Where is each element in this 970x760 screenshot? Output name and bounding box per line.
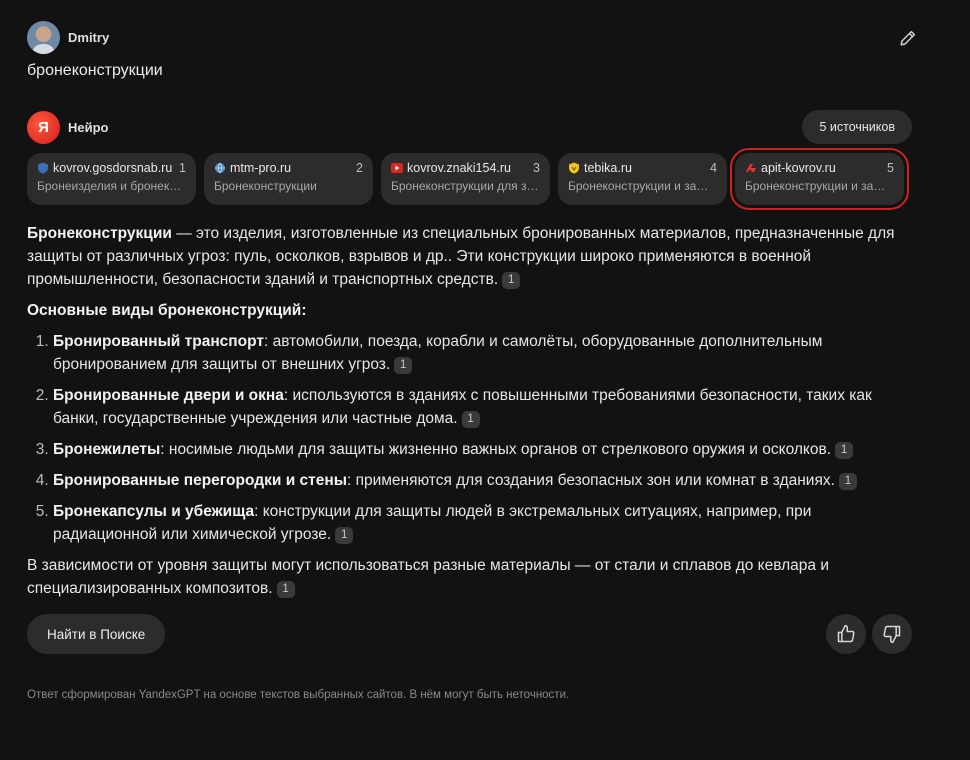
source-description: Бронеконструкции и защита: [745, 179, 894, 193]
avatar: [27, 21, 60, 54]
answer-content: Бронеконструкции — это изделия, изготовл…: [27, 222, 917, 608]
types-list: Бронированный транспорт: автомобили, пое…: [27, 330, 917, 546]
source-description: Бронеконструкции: [214, 179, 317, 193]
source-card-highlighted[interactable]: apit-kovrov.ru 5 Бронеконструкции и защи…: [730, 148, 909, 210]
sources-count-button[interactable]: 5 источников: [802, 110, 912, 144]
user-name: Dmitry: [68, 30, 110, 45]
query-text: бронеконструкции: [27, 62, 163, 79]
citation-badge[interactable]: 1: [461, 411, 480, 428]
list-item: Бронекапсулы и убежища: конструкции для …: [53, 500, 917, 546]
answer-outro: В зависимости от уровня защиты могут исп…: [27, 557, 830, 598]
red-logo-icon: [746, 164, 756, 172]
source-description: Бронеконструкции для защиты: [391, 179, 540, 193]
neuro-name: Нейро: [68, 120, 109, 135]
citation-badge[interactable]: 1: [394, 357, 413, 374]
find-in-search-button[interactable]: Найти в Поиске: [27, 614, 166, 654]
source-description: Бронеизделия и бронеконструкции: [37, 179, 186, 193]
source-card[interactable]: mtm-pro.ru 2 Бронеконструкции: [204, 153, 373, 205]
pencil-icon: [900, 30, 916, 46]
source-description: Бронеконструкции и защитные: [568, 179, 717, 193]
thumbs-up-icon: [837, 624, 855, 643]
source-card[interactable]: kovrov.gosdorsnab.ru 1 Бронеизделия и бр…: [27, 153, 196, 205]
source-cards: kovrov.gosdorsnab.ru 1 Бронеизделия и бр…: [27, 148, 909, 210]
shield-blue-icon: [38, 162, 48, 174]
list-item: Бронированные двери и окна: используются…: [53, 384, 917, 430]
neuro-header: Я Нейро: [27, 111, 109, 144]
list-item: Бронированный транспорт: автомобили, пое…: [53, 330, 917, 376]
citation-badge[interactable]: 1: [838, 473, 857, 490]
citation-badge[interactable]: 1: [835, 442, 854, 459]
thumbs-down-icon: [883, 625, 901, 644]
list-heading: Основные виды бронеконструкций:: [27, 302, 307, 319]
source-domain: mtm-pro.ru: [230, 161, 292, 175]
dislike-button[interactable]: [872, 614, 912, 654]
source-card[interactable]: kovrov.znaki154.ru 3 Бронеконструкции дл…: [381, 153, 550, 205]
source-number: 3: [533, 161, 540, 175]
user-row: Dmitry: [27, 21, 109, 54]
source-card[interactable]: tebika.ru 4 Бронеконструкции и защитные: [558, 153, 727, 205]
yellow-shield-icon: [569, 162, 579, 174]
list-item: Бронежилеты: носимые людьми для защиты ж…: [53, 438, 917, 461]
red-play-icon: [391, 163, 403, 173]
disclaimer-text: Ответ сформирован YandexGPT на основе те…: [27, 689, 570, 701]
intro-bold: Бронеконструкции: [27, 225, 172, 242]
citation-badge[interactable]: 1: [276, 581, 295, 598]
source-number: 2: [356, 161, 363, 175]
globe-icon: [215, 162, 225, 174]
source-number: 1: [179, 161, 186, 175]
source-number: 4: [710, 161, 717, 175]
source-domain: kovrov.znaki154.ru: [407, 161, 511, 175]
source-domain: kovrov.gosdorsnab.ru: [53, 161, 173, 175]
source-domain: apit-kovrov.ru: [761, 161, 836, 175]
list-item: Бронированные перегородки и стены: приме…: [53, 469, 917, 492]
citation-badge[interactable]: 1: [335, 527, 354, 544]
citation-badge[interactable]: 1: [502, 272, 521, 289]
edit-button[interactable]: [896, 26, 920, 50]
like-button[interactable]: [826, 614, 866, 654]
source-domain: tebika.ru: [584, 161, 632, 175]
neuro-logo-icon: Я: [27, 111, 60, 144]
answer-intro: Бронеконструкции — это изделия, изготовл…: [27, 222, 917, 291]
source-number: 5: [887, 161, 894, 175]
